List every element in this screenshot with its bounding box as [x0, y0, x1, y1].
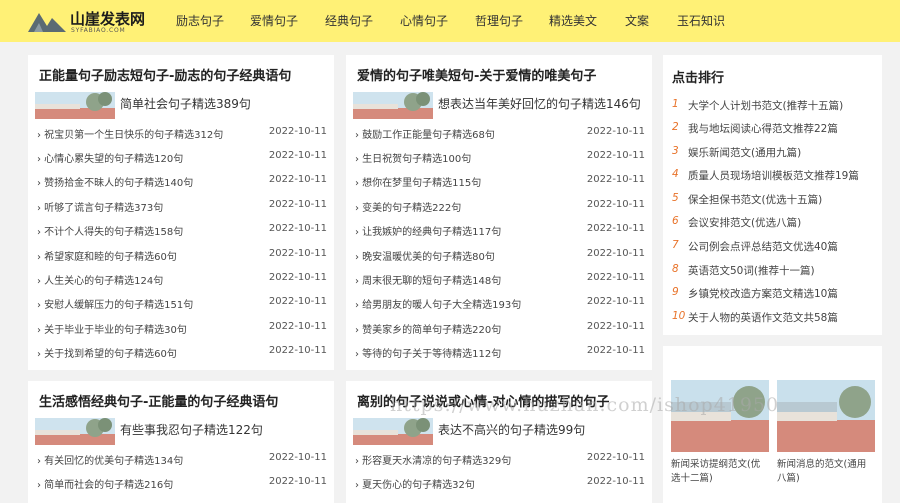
list-item[interactable]: › 生日祝贺句子精选100句 2022-10-11 [355, 150, 645, 168]
picture-panel: 新闻采访提纲范文(优选十二篇) 新闻消息的范文(通用八篇) [663, 346, 882, 503]
ranking-item[interactable]: 10 关于人物的英语作文范文共58篇 [672, 310, 872, 328]
list-item[interactable]: › 不计个人得失的句子精选158句 2022-10-11 [37, 223, 327, 241]
ranking-item[interactable]: 8 英语范文50词(推荐十一篇) [672, 263, 872, 281]
section-card: 离别的句子说说或心情-对心情的描写的句子 表达不高兴的句子精选99句 › 形容夏… [346, 381, 652, 503]
featured-link[interactable]: 简单社会句子精选389句 [120, 95, 251, 112]
nav-item-philosophy[interactable]: 哲理句子 [475, 12, 523, 29]
list-item[interactable]: › 周末很无聊的短句子精选148句 2022-10-11 [355, 272, 645, 290]
thumbnail-image [35, 92, 115, 119]
picture-caption[interactable]: 新闻采访提纲范文(优选十二篇) [671, 458, 769, 486]
featured-thumbnail[interactable] [35, 92, 115, 119]
nav-item-copywriting[interactable]: 文案 [625, 12, 649, 29]
ranking-item[interactable]: 3 娱乐新闻范文(通用九篇) [672, 145, 872, 163]
nav-item-love[interactable]: 爱情句子 [250, 12, 298, 29]
ranking-title: 点击排行 [672, 71, 725, 86]
list-item[interactable]: › 祝宝贝第一个生日快乐的句子精选312句 2022-10-11 [37, 126, 327, 144]
list-item[interactable]: › 赞美家乡的简单句子精选220句 2022-10-11 [355, 321, 645, 339]
list-item[interactable]: › 让我嫉妒的经典句子精选117句 2022-10-11 [355, 223, 645, 241]
list-item[interactable]: › 关于找到希望的句子精选60句 2022-10-11 [37, 345, 327, 363]
picture-thumbnail[interactable] [777, 380, 875, 452]
picture-image [777, 380, 875, 452]
list-item[interactable]: › 形容夏天水清凉的句子精选329句 2022-10-11 [355, 452, 645, 470]
list-item[interactable]: › 变美的句子精选222句 2022-10-11 [355, 199, 645, 217]
section-card: 爱情的句子唯美短句-关于爱情的唯美句子 想表达当年美好回忆的句子精选146句 ›… [346, 55, 652, 370]
picture-caption[interactable]: 新闻消息的范文(通用八篇) [777, 458, 875, 486]
section-title[interactable]: 生活感悟经典句子-正能量的句子经典语句 [39, 391, 278, 410]
section-card: 生活感悟经典句子-正能量的句子经典语句 有些事我忍句子精选122句 › 有关回忆… [28, 381, 334, 503]
featured-link[interactable]: 有些事我忍句子精选122句 [120, 421, 263, 438]
thumbnail-image [35, 418, 115, 445]
nav-item-mood[interactable]: 心情句子 [400, 12, 448, 29]
list-item[interactable]: › 心情心累失望的句子精选120句 2022-10-11 [37, 150, 327, 168]
list-item[interactable]: › 鼓励工作正能量句子精选68句 2022-10-11 [355, 126, 645, 144]
list-item[interactable]: › 关于毕业于毕业的句子精选30句 2022-10-11 [37, 321, 327, 339]
list-item[interactable]: › 人生关心的句子精选124句 2022-10-11 [37, 272, 327, 290]
featured-link[interactable]: 表达不高兴的句子精选99句 [438, 421, 585, 438]
thumbnail-image [353, 418, 433, 445]
section-title[interactable]: 离别的句子说说或心情-对心情的描写的句子 [357, 391, 609, 410]
list-item[interactable]: › 想你在梦里句子精选115句 2022-10-11 [355, 174, 645, 192]
list-item[interactable]: › 安慰人缓解压力的句子精选151句 2022-10-11 [37, 296, 327, 314]
ranking-item[interactable]: 7 公司例会点评总结范文优选40篇 [672, 239, 872, 257]
ranking-item[interactable]: 4 质量人员现场培训模板范文推荐19篇 [672, 168, 872, 186]
ranking-panel: 点击排行 1 大学个人计划书范文(推荐十五篇) 2 我与地坛阅读心得范文推荐22篇 … [663, 55, 882, 335]
ranking-item[interactable]: 9 乡镇党校改造方案范文精选10篇 [672, 286, 872, 304]
list-item[interactable]: › 等待的句子关于等待精选112句 2022-10-11 [355, 345, 645, 363]
picture-image [671, 380, 769, 452]
list-item[interactable]: › 赞扬拾金不昧人的句子精选140句 2022-10-11 [37, 174, 327, 192]
picture-thumbnail[interactable] [671, 380, 769, 452]
list-item[interactable]: › 夏天伤心的句子精选32句 2022-10-11 [355, 476, 645, 494]
nav-item-essays[interactable]: 精选美文 [549, 12, 597, 29]
site-name: 山崖发表网 [70, 10, 146, 28]
thumbnail-image [353, 92, 433, 119]
site-domain: SYFABIAO.COM [71, 27, 126, 34]
nav-item-classic[interactable]: 经典句子 [325, 12, 373, 29]
list-item[interactable]: › 给男朋友的暖人句子大全精选193句 2022-10-11 [355, 296, 645, 314]
ranking-item[interactable]: 2 我与地坛阅读心得范文推荐22篇 [672, 121, 872, 139]
site-logo[interactable]: 山崖发表网 SYFABIAO.COM [28, 8, 148, 36]
ranking-item[interactable]: 1 大学个人计划书范文(推荐十五篇) [672, 98, 872, 116]
list-item[interactable]: › 简单而社会的句子精选216句 2022-10-11 [37, 476, 327, 494]
featured-thumbnail[interactable] [353, 418, 433, 445]
ranking-item[interactable]: 6 会议安排范文(优选八篇) [672, 215, 872, 233]
ranking-item[interactable]: 5 保全担保书范文(优选十五篇) [672, 192, 872, 210]
list-item[interactable]: › 听够了谎言句子精选373句 2022-10-11 [37, 199, 327, 217]
list-item[interactable]: › 晚安温暖优美的句子精选80句 2022-10-11 [355, 248, 645, 266]
top-navigation-bar: 山崖发表网 SYFABIAO.COM 励志句子 爱情句子 经典句子 心情句子 哲… [0, 0, 900, 42]
nav-item-jade[interactable]: 玉石知识 [677, 12, 725, 29]
nav-item-motivational[interactable]: 励志句子 [176, 12, 224, 29]
section-card: 正能量句子励志短句子-励志的句子经典语句 简单社会句子精选389句 › 祝宝贝第… [28, 55, 334, 370]
list-item[interactable]: › 有关回忆的优美句子精选134句 2022-10-11 [37, 452, 327, 470]
featured-thumbnail[interactable] [35, 418, 115, 445]
featured-link[interactable]: 想表达当年美好回忆的句子精选146句 [438, 95, 641, 112]
featured-thumbnail[interactable] [353, 92, 433, 119]
mountain-logo-icon [28, 13, 66, 32]
section-title[interactable]: 正能量句子励志短句子-励志的句子经典语句 [39, 65, 291, 84]
list-item[interactable]: › 希望家庭和睦的句子精选60句 2022-10-11 [37, 248, 327, 266]
section-title[interactable]: 爱情的句子唯美短句-关于爱情的唯美句子 [357, 65, 596, 84]
